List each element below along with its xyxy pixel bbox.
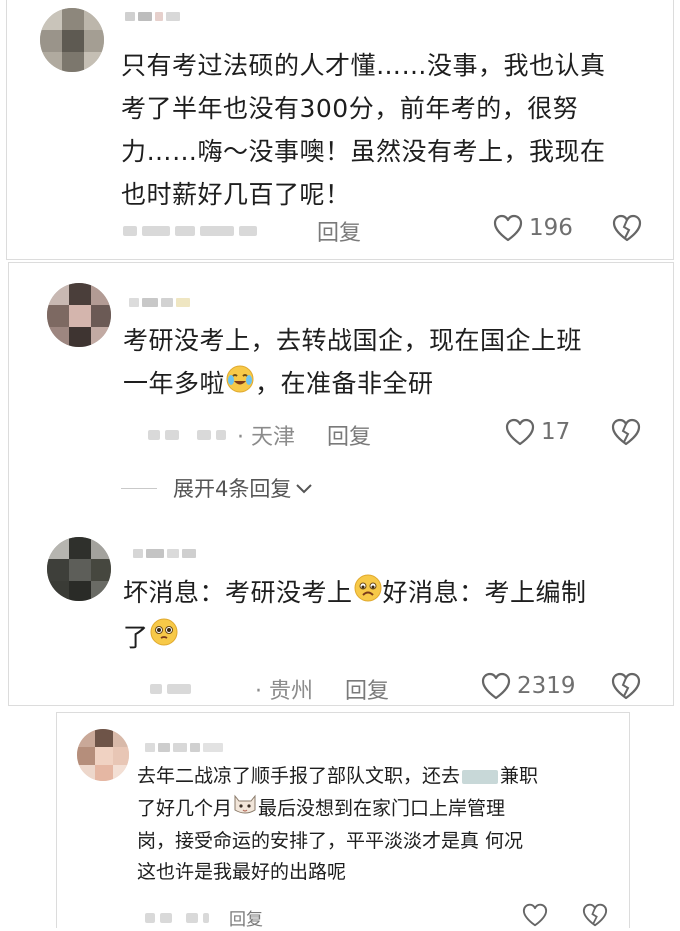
comment-text: 考研没考上，去转战国企，现在国企上班 一年多啦 ，在准备非全研 [123, 319, 663, 407]
broken-heart-icon [611, 418, 641, 450]
like-button[interactable]: 196 [493, 214, 573, 242]
username-blurred[interactable] [129, 298, 190, 307]
comment-meta: 回复 [123, 215, 361, 247]
heart-outline-icon [481, 672, 511, 700]
broken-heart-icon [612, 214, 642, 246]
location-label: · 贵州 [255, 679, 313, 704]
dislike-button[interactable] [582, 903, 608, 931]
redacted-text [462, 769, 499, 784]
dislike-button[interactable] [612, 214, 642, 246]
expand-replies-button[interactable]: 展开4条回复 [121, 473, 313, 503]
heart-outline-icon [493, 214, 523, 242]
comment-card-3: 去年二战凉了顺手报了部队文职，还去 兼职 了好几个月 最后没想到在家门口上岸管理 … [56, 712, 630, 931]
cat-face-emoji-icon [232, 792, 258, 826]
worried-face-emoji-icon [353, 573, 383, 616]
reply-button[interactable]: 回复 [317, 215, 361, 247]
like-count: 17 [541, 419, 571, 445]
comment-text: 只有考过法硕的人才懂……没事，我也认真 考了半年也没有300分，前年考的，很努 … [121, 51, 606, 209]
crying-laugh-emoji-icon [225, 364, 255, 407]
comment-text: 坏消息：考研没考上 好消息：考上编制 了 [123, 571, 663, 660]
avatar[interactable] [47, 283, 111, 347]
comment-card-2: 考研没考上，去转战国企，现在国企上班 一年多啦 ，在准备非全研 · 天津 回复 … [8, 262, 674, 706]
username-blurred[interactable] [133, 549, 196, 558]
reply-button[interactable]: 回复 [345, 673, 389, 705]
like-count: 196 [529, 215, 573, 241]
avatar[interactable] [77, 729, 129, 781]
reply-button[interactable]: 回复 [327, 419, 371, 451]
comment-meta: · 天津 回复 [148, 419, 371, 451]
dislike-button[interactable] [611, 418, 641, 450]
like-count: 2319 [517, 673, 576, 699]
comment-meta: · 贵州 回复 [150, 673, 389, 705]
comment-card-1: 只有考过法硕的人才懂……没事，我也认真 考了半年也没有300分，前年考的，很努 … [6, 0, 674, 260]
expand-replies-label: 展开4条回复 [173, 477, 292, 501]
avatar[interactable] [40, 8, 104, 72]
avatar[interactable] [47, 537, 111, 601]
chevron-down-icon [295, 476, 313, 500]
username-blurred[interactable] [125, 12, 180, 21]
username-blurred[interactable] [145, 743, 223, 752]
like-button[interactable]: 2319 [481, 672, 576, 700]
like-button[interactable]: 17 [505, 418, 570, 446]
comment-text: 去年二战凉了顺手报了部队文职，还去 兼职 了好几个月 最后没想到在家门口上岸管理 … [137, 765, 539, 883]
broken-heart-icon [582, 903, 608, 931]
comment-meta: 回复 [145, 905, 263, 930]
heart-outline-icon [505, 418, 535, 446]
broken-heart-icon [611, 672, 641, 704]
reply-button[interactable]: 回复 [229, 905, 263, 930]
pleading-face-emoji-icon [149, 617, 179, 660]
like-button[interactable] [522, 903, 548, 927]
dislike-button[interactable] [611, 672, 641, 704]
heart-outline-icon [522, 903, 548, 927]
location-label: · 天津 [237, 425, 295, 450]
